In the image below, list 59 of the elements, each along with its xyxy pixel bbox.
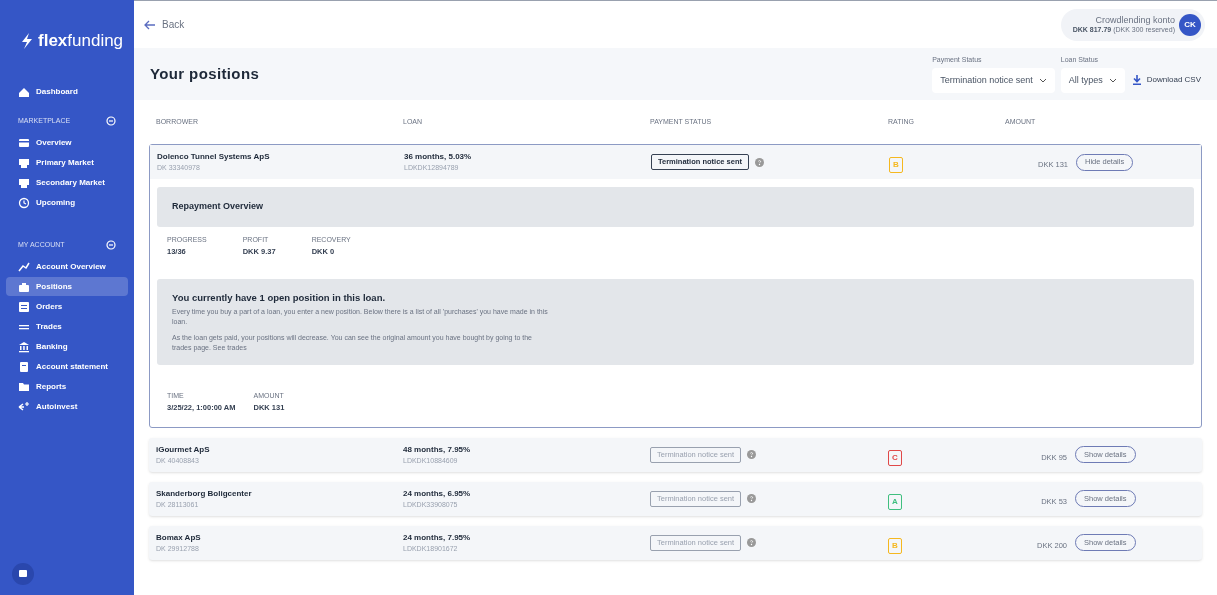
rating-badge: B (888, 537, 902, 554)
nav-item[interactable]: Orders (6, 297, 128, 316)
store-icon (18, 156, 30, 169)
store-icon (18, 176, 30, 189)
briefcase-icon (18, 280, 30, 293)
help-icon (747, 494, 757, 504)
chat-button[interactable] (12, 563, 34, 585)
nav-item[interactable]: Account statement (6, 357, 128, 376)
download-button[interactable]: Download CSV (1132, 67, 1201, 93)
help-icon (747, 450, 757, 460)
chart-icon (18, 260, 30, 273)
borrower-name: Bomax ApS (156, 531, 202, 544)
download-icon (1132, 75, 1141, 86)
logo-text: flexfunding (38, 30, 124, 53)
collapse-icon[interactable] (106, 116, 116, 126)
nav-item[interactable]: Secondary Market (6, 173, 128, 192)
clock-icon (18, 196, 30, 209)
help-icon (755, 157, 765, 167)
nav-item[interactable]: Trades (6, 317, 128, 336)
overview-title: Repayment Overview (172, 200, 264, 214)
nav-item[interactable]: Banking (6, 337, 128, 356)
nav-item[interactable]: Positions (6, 277, 128, 296)
borrower-name: Skanderborg Boligcenter (156, 487, 253, 500)
back-link[interactable]: Back (144, 17, 185, 32)
sparkle-icon (18, 400, 30, 413)
nav-item[interactable]: Reports (6, 377, 128, 396)
loan-terms: 48 months, 7.95% (403, 443, 472, 456)
home-icon (18, 85, 30, 98)
help-icon (747, 538, 757, 548)
rating-badge: C (888, 449, 902, 466)
document-icon (18, 360, 30, 373)
borrower-name: Dolenco Tunnel Systems ApS (157, 150, 271, 163)
rating-badge: A (888, 493, 902, 510)
chevron-down-icon (1038, 77, 1047, 83)
loan-terms: 36 months, 5.03% (404, 150, 473, 163)
loan-terms: 24 months, 7.95% (403, 531, 472, 544)
card-icon (18, 136, 30, 149)
list-icon (18, 300, 30, 313)
info-title: You currently have 1 open position in this loan. (172, 290, 387, 305)
rating-badge: B (889, 157, 903, 173)
nav-item[interactable]: Dashboard (6, 82, 128, 101)
nav-item[interactable]: Overview (6, 133, 128, 152)
nav-item[interactable]: Account Overview (6, 257, 128, 276)
page-title: Your positions (150, 63, 260, 84)
loan-terms: 24 months, 6.95% (403, 487, 472, 500)
bolt-icon (20, 33, 34, 49)
chevron-down-icon (1108, 77, 1117, 83)
bank-icon (18, 340, 30, 353)
dropdown[interactable]: Termination notice sent (932, 67, 1055, 93)
folder-icon (18, 380, 30, 393)
nav-item[interactable]: Autoinvest (6, 397, 128, 416)
avatar: CK (1179, 13, 1201, 36)
borrower-name: iGourmet ApS (156, 443, 211, 456)
nav-item[interactable]: Primary Market (6, 153, 128, 172)
collapse-icon[interactable] (106, 240, 116, 250)
nav-item[interactable]: Upcoming (6, 193, 128, 212)
chat-icon (18, 569, 28, 579)
arrow-left-icon (144, 19, 156, 30)
dropdown[interactable]: All types (1060, 67, 1125, 93)
